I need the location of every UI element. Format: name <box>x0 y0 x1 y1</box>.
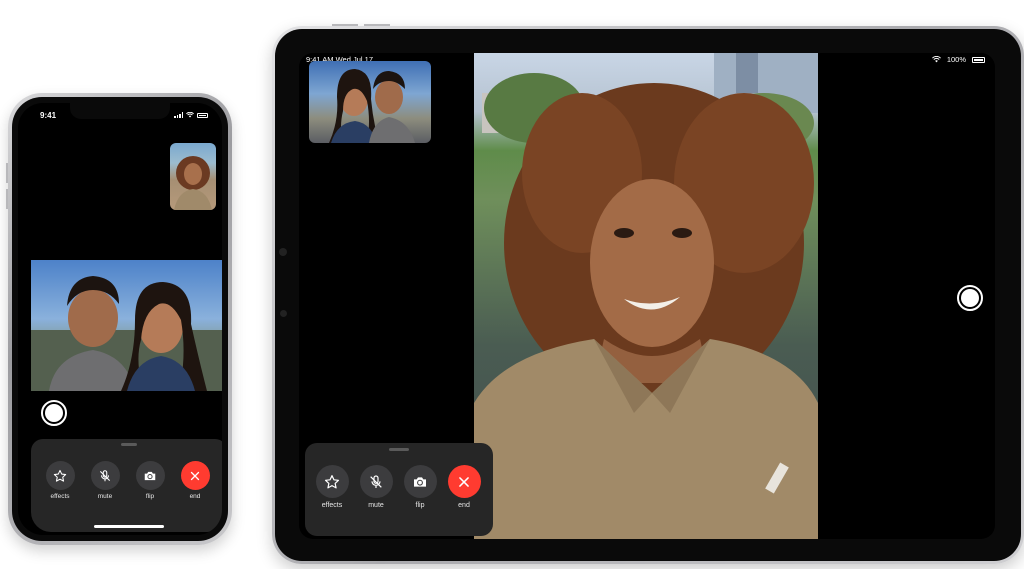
phone-mute-control: mute <box>87 461 123 500</box>
effects-button[interactable] <box>315 465 349 498</box>
close-icon <box>459 476 469 487</box>
ipad-effects-control: effects <box>312 465 352 509</box>
panel-grabber-handle[interactable] <box>121 443 137 446</box>
phone-effects-control: effects <box>42 461 78 500</box>
flip-camera-button[interactable] <box>403 465 437 498</box>
woman-portrait-image <box>174 156 212 210</box>
cellular-signal-icon <box>174 112 183 118</box>
flip-camera-button[interactable] <box>135 461 165 490</box>
mic-slash-icon <box>370 474 382 488</box>
mic-slash-icon <box>99 469 111 481</box>
facetime-devices-scene: 9:41 effects mute flip end 9:41 AM Wed J… <box>0 0 1024 569</box>
effects-button[interactable] <box>45 461 75 490</box>
iphone-volume-button <box>6 163 8 183</box>
ipad-status-icons: 100% <box>931 55 985 64</box>
sensor-dot <box>280 310 287 317</box>
mute-label: mute <box>368 502 384 509</box>
wifi-icon <box>186 112 194 118</box>
mute-label: mute <box>97 493 113 500</box>
front-camera-dot <box>279 248 287 256</box>
ipad-call-controls-panel: effects mute flip end <box>305 443 493 536</box>
effects-label: effects <box>50 493 70 500</box>
flip-label: flip <box>145 493 155 500</box>
ipad-mute-control: mute <box>356 465 396 509</box>
mute-button[interactable] <box>90 461 120 490</box>
flip-label: flip <box>415 502 425 509</box>
ipad-remote-video <box>474 53 818 539</box>
ipad-device: 9:41 AM Wed Jul 17 100% effects mute fli… <box>272 24 1024 564</box>
iphone-device: 9:41 effects mute flip end <box>6 93 232 545</box>
phone-end-control: end <box>177 461 213 500</box>
panel-grabber-handle[interactable] <box>389 448 409 451</box>
iphone-volume-button <box>6 189 8 209</box>
phone-flip-control: flip <box>132 461 168 500</box>
effects-label: effects <box>321 502 343 509</box>
phone-self-view-video[interactable] <box>170 143 216 210</box>
woman-portrait-image <box>474 53 818 539</box>
iphone-notch <box>70 103 170 119</box>
ipad-flip-control: flip <box>400 465 440 509</box>
ipad-capture-photo-button[interactable] <box>957 285 983 311</box>
battery-icon <box>197 112 208 118</box>
end-label: end <box>458 502 470 509</box>
phone-status-icons <box>174 112 208 118</box>
phone-capture-photo-button[interactable] <box>41 400 67 426</box>
camera-flip-icon <box>144 471 156 480</box>
wifi-icon <box>931 56 941 63</box>
couple-portrait-image <box>31 276 222 391</box>
mute-button[interactable] <box>359 465 393 498</box>
end-label: end <box>189 493 201 500</box>
home-indicator[interactable] <box>94 525 164 528</box>
star-icon <box>324 474 340 488</box>
close-icon <box>190 471 200 480</box>
end-call-button[interactable] <box>447 465 481 498</box>
battery-icon <box>972 56 985 63</box>
iphone-bezel: 9:41 effects mute flip end <box>12 97 228 541</box>
ipad-self-view-video[interactable] <box>309 61 431 143</box>
end-call-button[interactable] <box>180 461 210 490</box>
ipad-screen: 9:41 AM Wed Jul 17 100% effects mute fli… <box>299 53 995 539</box>
ipad-volume-button <box>332 24 358 26</box>
phone-status-time: 9:41 <box>40 111 57 120</box>
ipad-bezel: 9:41 AM Wed Jul 17 100% effects mute fli… <box>275 29 1021 561</box>
ipad-end-control: end <box>444 465 484 509</box>
phone-call-controls-panel: effects mute flip end <box>31 439 222 532</box>
ipad-volume-button <box>364 24 390 26</box>
couple-portrait-image <box>329 69 415 143</box>
phone-remote-video <box>31 260 222 391</box>
battery-percentage: 100% <box>946 55 966 64</box>
iphone-screen: 9:41 effects mute flip end <box>18 103 222 535</box>
camera-flip-icon <box>414 476 426 487</box>
star-icon <box>53 469 67 482</box>
